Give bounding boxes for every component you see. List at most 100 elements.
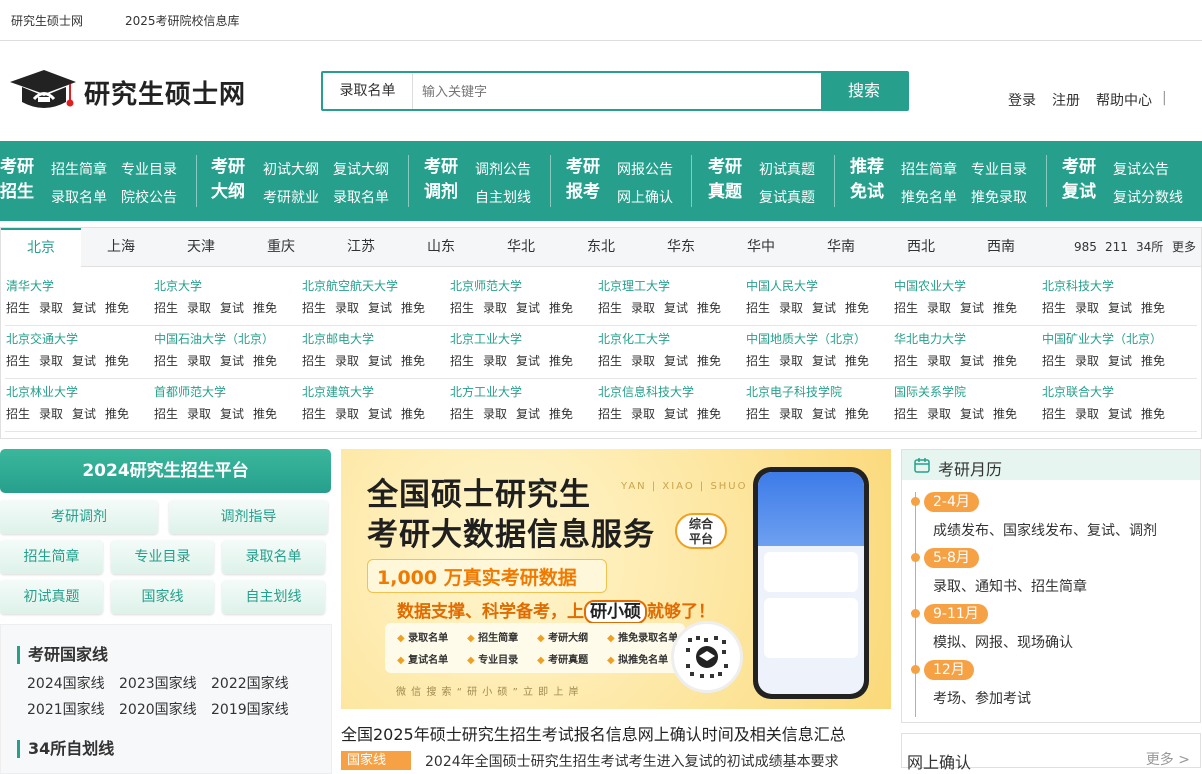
university-action-link[interactable]: 招生 xyxy=(746,301,770,315)
university-action-link[interactable]: 录取 xyxy=(187,301,211,315)
tab-region[interactable]: 天津 xyxy=(161,228,241,267)
university-action-link[interactable]: 推免 xyxy=(253,301,277,315)
university-action-link[interactable]: 招生 xyxy=(450,354,474,368)
university-action-link[interactable]: 录取 xyxy=(1075,354,1099,368)
university-action-link[interactable]: 录取 xyxy=(39,301,63,315)
university-name-link[interactable]: 北京航空航天大学 xyxy=(302,275,450,297)
university-name-link[interactable]: 北京师范大学 xyxy=(450,275,598,297)
university-action-link[interactable]: 复试 xyxy=(960,407,984,421)
university-action-link[interactable]: 复试 xyxy=(368,354,392,368)
university-action-link[interactable]: 推免 xyxy=(401,354,425,368)
top-link-database[interactable]: 2025考研院校信息库 xyxy=(125,12,240,29)
university-action-link[interactable]: 推免 xyxy=(253,407,277,421)
login-link[interactable]: 登录 xyxy=(1008,90,1036,110)
calendar-desc[interactable]: 成绩发布、国家线发布、复试、调剂 xyxy=(933,520,1157,540)
nav-link[interactable]: 录取名单 xyxy=(333,187,389,207)
university-action-link[interactable]: 复试 xyxy=(812,354,836,368)
university-action-link[interactable]: 招生 xyxy=(154,354,178,368)
university-action-link[interactable]: 推免 xyxy=(993,407,1017,421)
nav-link[interactable]: 考研就业 xyxy=(263,187,319,207)
university-action-link[interactable]: 招生 xyxy=(6,354,30,368)
university-name-link[interactable]: 中国石油大学（北京） xyxy=(154,328,302,350)
university-action-link[interactable]: 录取 xyxy=(779,407,803,421)
tab-region[interactable]: 华东 xyxy=(641,228,721,267)
tab-region[interactable]: 西南 xyxy=(961,228,1041,267)
university-action-link[interactable]: 录取 xyxy=(631,301,655,315)
university-action-link[interactable]: 推免 xyxy=(697,301,721,315)
tab-region[interactable]: 华南 xyxy=(801,228,881,267)
university-action-link[interactable]: 推免 xyxy=(105,301,129,315)
university-action-link[interactable]: 复试 xyxy=(72,301,96,315)
nav-link[interactable]: 推免名单 xyxy=(901,187,957,207)
university-action-link[interactable]: 推免 xyxy=(253,354,277,368)
university-action-link[interactable]: 招生 xyxy=(1042,407,1066,421)
university-action-link[interactable]: 招生 xyxy=(598,354,622,368)
search-button[interactable]: 搜索 xyxy=(821,71,907,111)
nav-link[interactable]: 推免录取 xyxy=(971,187,1027,207)
university-action-link[interactable]: 推免 xyxy=(401,301,425,315)
university-name-link[interactable]: 国际关系学院 xyxy=(894,381,1042,403)
university-name-link[interactable]: 北京建筑大学 xyxy=(302,381,450,403)
university-action-link[interactable]: 录取 xyxy=(927,407,951,421)
calendar-desc[interactable]: 录取、通知书、招生简章 xyxy=(933,576,1087,596)
university-action-link[interactable]: 录取 xyxy=(631,407,655,421)
university-action-link[interactable]: 招生 xyxy=(598,301,622,315)
university-action-link[interactable]: 录取 xyxy=(1075,301,1099,315)
nav-link[interactable]: 初试大纲 xyxy=(263,159,319,179)
university-action-link[interactable]: 录取 xyxy=(187,354,211,368)
university-name-link[interactable]: 北方工业大学 xyxy=(450,381,598,403)
university-action-link[interactable]: 推免 xyxy=(1141,407,1165,421)
university-name-link[interactable]: 北京信息科技大学 xyxy=(598,381,746,403)
university-name-link[interactable]: 北京化工大学 xyxy=(598,328,746,350)
university-action-link[interactable]: 推免 xyxy=(401,407,425,421)
university-name-link[interactable]: 北京交通大学 xyxy=(6,328,154,350)
university-name-link[interactable]: 北京工业大学 xyxy=(450,328,598,350)
tab-region[interactable]: 华中 xyxy=(721,228,801,267)
filter-34[interactable]: 34所 xyxy=(1136,228,1163,267)
university-name-link[interactable]: 北京理工大学 xyxy=(598,275,746,297)
university-action-link[interactable]: 复试 xyxy=(516,354,540,368)
nav-link[interactable]: 网上确认 xyxy=(617,187,673,207)
national-line-link[interactable]: 2023国家线 xyxy=(119,673,197,693)
university-action-link[interactable]: 录取 xyxy=(927,301,951,315)
university-action-link[interactable]: 录取 xyxy=(483,301,507,315)
university-action-link[interactable]: 录取 xyxy=(1075,407,1099,421)
university-action-link[interactable]: 招生 xyxy=(1042,301,1066,315)
university-action-link[interactable]: 推免 xyxy=(993,301,1017,315)
university-action-link[interactable]: 录取 xyxy=(483,407,507,421)
university-action-link[interactable]: 招生 xyxy=(154,407,178,421)
national-line-link[interactable]: 2020国家线 xyxy=(119,699,197,719)
university-action-link[interactable]: 招生 xyxy=(302,354,326,368)
university-action-link[interactable]: 招生 xyxy=(6,407,30,421)
university-action-link[interactable]: 复试 xyxy=(960,354,984,368)
online-confirm-more[interactable]: 更多 > xyxy=(1146,749,1190,769)
university-action-link[interactable]: 复试 xyxy=(960,301,984,315)
news-item[interactable]: 国家线 2024年全国硕士研究生招生考试考生进入复试的初试成绩基本要求 xyxy=(341,749,891,771)
university-action-link[interactable]: 推免 xyxy=(549,407,573,421)
nav-link[interactable]: 调剂公告 xyxy=(475,159,531,179)
university-name-link[interactable]: 北京联合大学 xyxy=(1042,381,1190,403)
university-name-link[interactable]: 华北电力大学 xyxy=(894,328,1042,350)
news-title[interactable]: 2024年全国硕士研究生招生考试考生进入复试的初试成绩基本要求 xyxy=(425,751,839,771)
help-center-link[interactable]: 帮助中心 xyxy=(1096,90,1152,110)
university-action-link[interactable]: 复试 xyxy=(1108,301,1132,315)
university-action-link[interactable]: 招生 xyxy=(450,407,474,421)
university-action-link[interactable]: 复试 xyxy=(664,354,688,368)
university-action-link[interactable]: 复试 xyxy=(368,301,392,315)
adjustment-guide-button[interactable]: 调剂指导 xyxy=(169,500,328,534)
university-action-link[interactable]: 录取 xyxy=(39,407,63,421)
university-action-link[interactable]: 复试 xyxy=(516,301,540,315)
search-category-select[interactable]: 录取名单 xyxy=(323,73,413,109)
filter-985[interactable]: 985 xyxy=(1074,228,1097,267)
university-action-link[interactable]: 招生 xyxy=(302,301,326,315)
headline-link[interactable]: 全国2025年硕士研究生招生考试报名信息网上确认时间及相关信息汇总 xyxy=(341,721,846,745)
tab-region[interactable]: 东北 xyxy=(561,228,641,267)
nav-link[interactable]: 复试大纲 xyxy=(333,159,389,179)
admission-brochure-button[interactable]: 招生简章 xyxy=(0,540,103,574)
self-line-button[interactable]: 自主划线 xyxy=(222,580,325,614)
university-action-link[interactable]: 录取 xyxy=(335,407,359,421)
nav-link[interactable]: 招生简章 xyxy=(51,159,107,179)
university-action-link[interactable]: 推免 xyxy=(845,407,869,421)
university-action-link[interactable]: 推免 xyxy=(993,354,1017,368)
university-action-link[interactable]: 推免 xyxy=(1141,301,1165,315)
